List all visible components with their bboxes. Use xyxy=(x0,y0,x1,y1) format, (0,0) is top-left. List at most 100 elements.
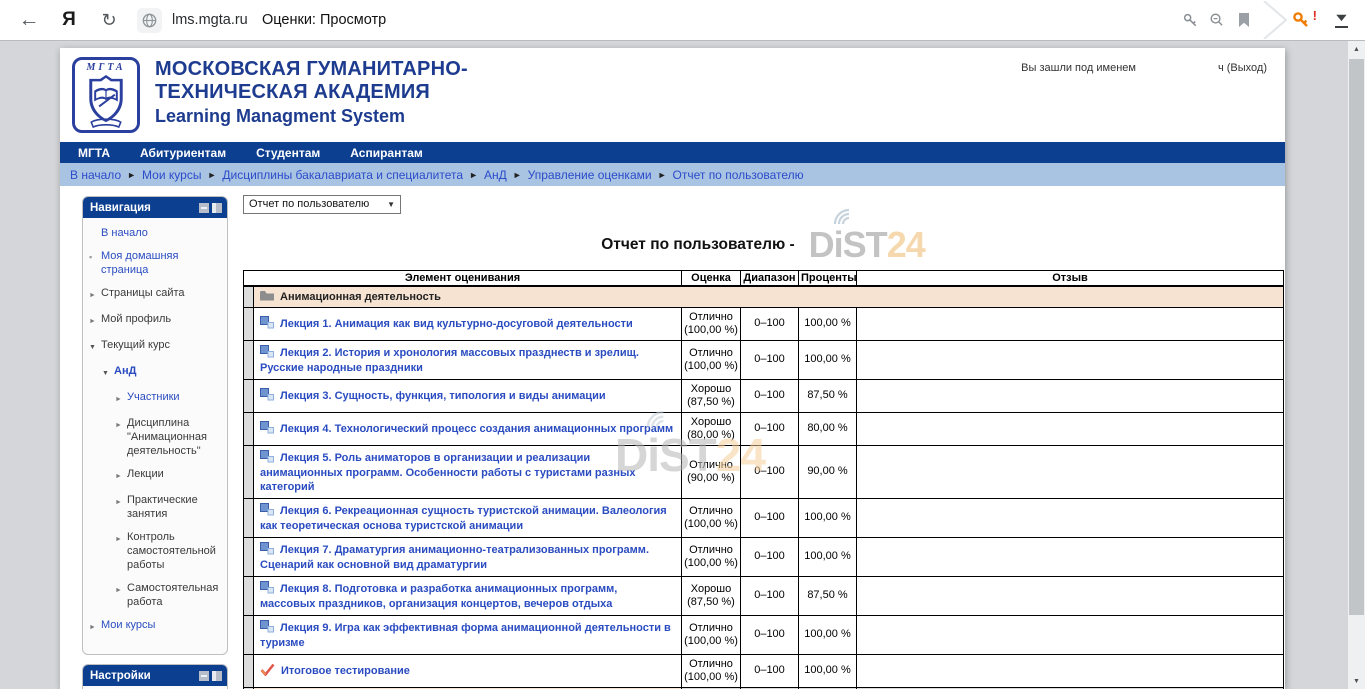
scrollbar-thumb[interactable] xyxy=(1349,59,1364,615)
sidebar-item-current-course[interactable]: ▼Текущий курс xyxy=(89,338,223,355)
expanded-triangle-icon[interactable]: ▼ xyxy=(102,364,114,381)
grade-item-link[interactable]: Лекция 6. Рекреационная сущность туристс… xyxy=(260,504,667,531)
breadcrumb-course[interactable]: АнД xyxy=(484,168,507,182)
lesson-icon xyxy=(260,542,274,558)
lesson-icon xyxy=(260,450,274,466)
grade-cell: Отлично(100,00 %) xyxy=(682,537,741,576)
collapsed-triangle-icon[interactable]: ► xyxy=(115,581,127,598)
settings-block-header: Настройки xyxy=(83,665,227,686)
breadcrumb-user-report[interactable]: Отчет по пользователю xyxy=(673,168,804,182)
table-row: Лекция 7. Драматургия анимационно-театра… xyxy=(244,537,1284,576)
sidebar-item-my-profile[interactable]: ►Мой профиль xyxy=(89,312,223,329)
scroll-up-arrow[interactable]: ▲ xyxy=(1348,41,1365,57)
breadcrumb-grades[interactable]: Управление оценками xyxy=(528,168,652,182)
sidebar-item-my-home[interactable]: ▪Моя домашняя страница xyxy=(89,249,223,277)
vertical-scrollbar[interactable]: ▲ ▼ xyxy=(1348,41,1365,689)
site-content-card: МГТА МОСКОВСКАЯ ГУМАНИТАРНО- ТЕХНИЧЕСКАЯ… xyxy=(60,48,1285,689)
collapsed-triangle-icon[interactable]: ► xyxy=(115,493,127,510)
org-line1: МОСКОВСКАЯ ГУМАНИТАРНО- xyxy=(155,58,468,81)
address-url[interactable]: lms.mgta.ru xyxy=(172,0,248,40)
sidebar-item-and[interactable]: ▼АнД xyxy=(89,364,223,381)
grade-item-link[interactable]: Лекция 8. Подготовка и разработка анимац… xyxy=(260,582,617,609)
collapsed-triangle-icon[interactable]: ► xyxy=(89,312,101,329)
collapsed-triangle-icon[interactable]: ► xyxy=(115,416,127,433)
collapse-block-icon[interactable] xyxy=(199,671,209,681)
refresh-icon[interactable]: ↻ xyxy=(94,0,124,40)
grade-item-link[interactable]: Лекция 5. Роль аниматоров в организации … xyxy=(260,451,636,492)
back-icon[interactable]: ← xyxy=(14,0,44,40)
grade-item-link[interactable]: Лекция 1. Анимация как вид культурно-дос… xyxy=(280,317,633,329)
nav-item-aspirantam[interactable]: Аспирантам xyxy=(350,146,423,160)
feedback-cell xyxy=(857,340,1284,379)
yandex-logo-icon[interactable]: Я xyxy=(54,0,84,40)
grade-cell: Отлично(90,00 %) xyxy=(682,445,741,498)
breadcrumb-separator-icon: ► xyxy=(469,170,478,180)
sidebar: Навигация В начало ▪Моя домашняя страниц… xyxy=(82,196,228,689)
collapsed-triangle-icon[interactable]: ► xyxy=(115,530,127,547)
collapsed-triangle-icon[interactable]: ► xyxy=(89,618,101,635)
report-type-select[interactable]: Отчет по пользователю ▼ xyxy=(243,195,401,214)
grade-cell: Отлично(100,00 %) xyxy=(682,498,741,537)
breadcrumb-my-courses[interactable]: Мои курсы xyxy=(142,168,201,182)
feedback-cell xyxy=(857,379,1284,412)
feedback-cell xyxy=(857,412,1284,445)
sidebar-item-practical[interactable]: ►Практические занятия xyxy=(89,493,223,521)
collapse-block-icon[interactable] xyxy=(199,203,209,213)
grade-item-link[interactable]: Лекция 4. Технологический процесс создан… xyxy=(280,422,673,434)
sidebar-item-control[interactable]: ►Контроль самостоятельной работы xyxy=(89,530,223,572)
dock-block-icon[interactable] xyxy=(212,671,222,681)
bookmark-icon[interactable] xyxy=(1232,0,1256,40)
breadcrumb-home[interactable]: В начало xyxy=(70,168,121,182)
grade-item-link[interactable]: Итоговое тестирование xyxy=(281,664,410,676)
content-area: Навигация В начало ▪Моя домашняя страниц… xyxy=(60,186,1285,689)
page-title-text: Оценки: Просмотр xyxy=(262,0,386,40)
download-icon[interactable]: ← ▼ xyxy=(1326,0,1356,40)
nav-item-abiturientam[interactable]: Абитуриентам xyxy=(140,146,226,160)
category-name: Анимационная деятельность xyxy=(280,290,441,302)
zoom-search-icon[interactable] xyxy=(1204,0,1228,40)
breadcrumb-disciplines[interactable]: Дисциплины бакалавриата и специалитета xyxy=(222,168,463,182)
collapsed-triangle-icon[interactable]: ► xyxy=(89,286,101,303)
grade-item-link[interactable]: Лекция 2. История и хронология массовых … xyxy=(260,346,639,373)
percent-cell: 80,00 % xyxy=(799,412,857,445)
password-key-icon[interactable] xyxy=(1178,0,1202,40)
nav-item-mgta[interactable]: МГТА xyxy=(78,146,110,160)
col-header-feedback: Отзыв xyxy=(857,270,1284,286)
watermark: DiST24 xyxy=(809,224,925,266)
percent-cell: 87,50 % xyxy=(799,379,857,412)
feedback-cell xyxy=(857,654,1284,687)
lms-subtitle: Learning Managment System xyxy=(155,104,468,128)
login-name-tail: ч xyxy=(1218,62,1224,74)
col-header-range: Диапазон xyxy=(741,270,799,286)
site-globe-icon xyxy=(137,8,162,33)
sidebar-item-discipline[interactable]: ►Дисциплина "Анимационная деятельность" xyxy=(89,416,223,458)
breadcrumb: В начало ► Мои курсы ► Дисциплины бакала… xyxy=(60,163,1285,186)
password-alert-icon[interactable]: ! xyxy=(1286,0,1316,40)
range-cell: 0–100 xyxy=(741,576,799,615)
site-header: МГТА МОСКОВСКАЯ ГУМАНИТАРНО- ТЕХНИЧЕСКАЯ… xyxy=(60,48,1285,142)
grade-item-link[interactable]: Лекция 3. Сущность, функция, типология и… xyxy=(280,389,606,401)
sidebar-item-participants[interactable]: ►Участники xyxy=(89,390,223,407)
col-header-percent: Проценты xyxy=(799,270,857,286)
range-cell: 0–100 xyxy=(741,307,799,340)
dock-block-icon[interactable] xyxy=(212,203,222,213)
settings-block: Настройки ▼Управление оценками Обзорный … xyxy=(82,664,228,689)
percent-cell: 100,00 % xyxy=(799,498,857,537)
sidebar-item-home[interactable]: В начало xyxy=(89,226,223,240)
logout-link[interactable]: (Выход) xyxy=(1227,62,1267,74)
grade-item-link[interactable]: Лекция 7. Драматургия анимационно-театра… xyxy=(260,543,649,570)
scroll-down-arrow[interactable]: ▼ xyxy=(1348,673,1365,689)
nav-item-studentam[interactable]: Студентам xyxy=(256,146,320,160)
breadcrumb-separator-icon: ► xyxy=(207,170,216,180)
sidebar-item-site-pages[interactable]: ►Страницы сайта xyxy=(89,286,223,303)
sidebar-item-my-courses[interactable]: ►Мои курсы xyxy=(89,618,223,635)
expanded-triangle-icon[interactable]: ▼ xyxy=(89,338,101,355)
grade-item-link[interactable]: Лекция 9. Игра как эффективная форма ани… xyxy=(260,621,671,648)
collapsed-triangle-icon[interactable]: ► xyxy=(115,390,127,407)
block-title: Настройки xyxy=(90,670,151,682)
table-row: Лекция 5. Роль аниматоров в организации … xyxy=(244,445,1284,498)
sidebar-item-lectures[interactable]: ►Лекции xyxy=(89,467,223,484)
percent-cell: 100,00 % xyxy=(799,537,857,576)
sidebar-item-selfwork[interactable]: ►Самостоятельная работа xyxy=(89,581,223,609)
collapsed-triangle-icon[interactable]: ► xyxy=(115,467,127,484)
